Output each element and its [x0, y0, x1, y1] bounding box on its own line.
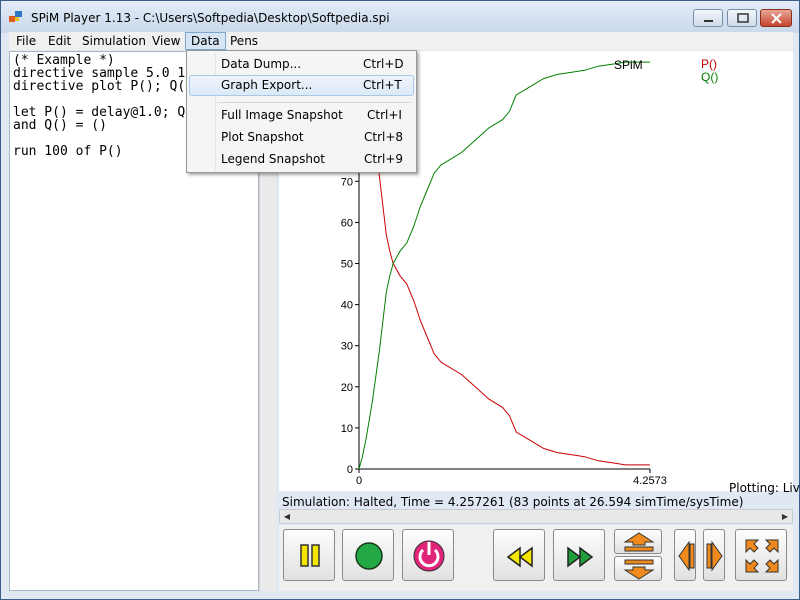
pause-button[interactable] — [283, 529, 335, 581]
menu-file[interactable]: File — [11, 33, 41, 49]
data-menu-dropdown: Data Dump... Ctrl+D Graph Export... Ctrl… — [186, 50, 417, 173]
maximize-icon — [737, 13, 749, 23]
y-tick-label: 20 — [341, 382, 353, 394]
y-tick-label: 30 — [341, 341, 353, 353]
rewind-icon — [506, 546, 533, 568]
legend-entry: Q() — [701, 70, 718, 84]
zoom-in-horizontal-button[interactable] — [674, 529, 696, 581]
window-title: SPiM Player 1.13 - C:\Users\Softpedia\De… — [31, 11, 390, 25]
zoom-out-vertical-icon — [623, 559, 655, 580]
chart-title: SPiM — [614, 58, 643, 72]
x-tick-label: 0 — [356, 475, 362, 487]
menu-view[interactable]: View — [147, 33, 185, 49]
title-bar: SPiM Player 1.13 - C:\Users\Softpedia\De… — [1, 1, 799, 33]
power-icon — [413, 540, 445, 572]
menu-item-plot-snapshot[interactable]: Plot Snapshot Ctrl+8 — [189, 127, 414, 148]
fast-forward-icon — [567, 546, 594, 568]
minimize-button[interactable] — [693, 9, 723, 27]
zoom-in-horizontal-icon — [678, 540, 695, 572]
menu-edit[interactable]: Edit — [43, 33, 76, 49]
menu-item-shortcut: Ctrl+I — [367, 108, 402, 122]
maximize-button[interactable] — [727, 9, 757, 27]
menu-item-legend-snapshot[interactable]: Legend Snapshot Ctrl+9 — [189, 149, 414, 170]
menu-item-label: Plot Snapshot — [221, 130, 304, 144]
menu-item-shortcut: Ctrl+8 — [364, 130, 404, 144]
code-line: and Q() = () — [13, 118, 107, 133]
code-line: run 100 of P() — [13, 144, 123, 159]
rewind-button[interactable] — [493, 529, 545, 581]
menu-pens[interactable]: Pens — [225, 33, 263, 49]
menu-simulation[interactable]: Simulation — [77, 33, 151, 49]
fit-to-screen-icon — [745, 539, 779, 573]
scroll-right-icon[interactable]: ▶ — [779, 511, 791, 522]
menu-item-label: Full Image Snapshot — [221, 108, 343, 122]
y-tick-label: 70 — [341, 176, 353, 188]
zoom-out-horizontal-icon — [706, 540, 723, 572]
y-tick-label: 60 — [341, 217, 353, 229]
menu-item-label: Data Dump... — [221, 57, 302, 71]
fast-forward-button[interactable] — [553, 529, 605, 581]
app-icon — [9, 11, 22, 22]
plot-horizontal-scrollbar[interactable]: ◀ ▶ — [279, 509, 793, 524]
zoom-in-vertical-button[interactable] — [614, 529, 662, 554]
close-icon — [771, 13, 782, 24]
menu-data[interactable]: Data — [185, 32, 226, 50]
menu-item-label: Graph Export... — [221, 78, 313, 92]
zoom-out-horizontal-button[interactable] — [703, 529, 725, 581]
plotting-mode: Plotting: Liv — [729, 481, 800, 495]
code-line: directive plot P(); Q( — [13, 79, 186, 94]
menu-item-shortcut: Ctrl+D — [363, 57, 404, 71]
menu-item-shortcut: Ctrl+T — [363, 78, 402, 92]
close-button[interactable] — [760, 9, 792, 27]
menu-item-full-image-snapshot[interactable]: Full Image Snapshot Ctrl+I — [189, 105, 414, 126]
menu-item-label: Legend Snapshot — [221, 152, 325, 166]
record-icon — [355, 542, 383, 570]
menu-item-shortcut: Ctrl+9 — [364, 152, 404, 166]
y-tick-label: 10 — [341, 423, 353, 435]
legend-entry: P() — [701, 57, 717, 71]
zoom-out-vertical-button[interactable] — [614, 556, 662, 581]
menu-bar: File Edit Simulation View Data Pens — [9, 32, 793, 50]
menu-item-graph-export[interactable]: Graph Export... Ctrl+T — [189, 75, 414, 96]
pause-icon — [300, 544, 320, 567]
x-tick-label: 4.2573 — [633, 475, 667, 487]
y-tick-label: 0 — [347, 464, 353, 476]
playback-toolbar — [279, 525, 793, 591]
fit-to-screen-button[interactable] — [735, 529, 787, 581]
y-tick-label: 40 — [341, 300, 353, 312]
minimize-icon — [704, 20, 713, 22]
scroll-left-icon[interactable]: ◀ — [281, 511, 293, 522]
record-button[interactable] — [342, 529, 394, 581]
code-text: (* Example *) directive sample 5.0 1 dir… — [13, 54, 185, 158]
simulation-status: Simulation: Halted, Time = 4.257261 (83 … — [282, 495, 744, 509]
app-window: SPiM Player 1.13 - C:\Users\Softpedia\De… — [0, 0, 800, 600]
power-button[interactable] — [402, 529, 454, 581]
menu-item-data-dump[interactable]: Data Dump... Ctrl+D — [189, 54, 414, 75]
y-tick-label: 50 — [341, 259, 353, 271]
menu-separator — [217, 102, 411, 103]
zoom-in-vertical-icon — [623, 532, 655, 552]
